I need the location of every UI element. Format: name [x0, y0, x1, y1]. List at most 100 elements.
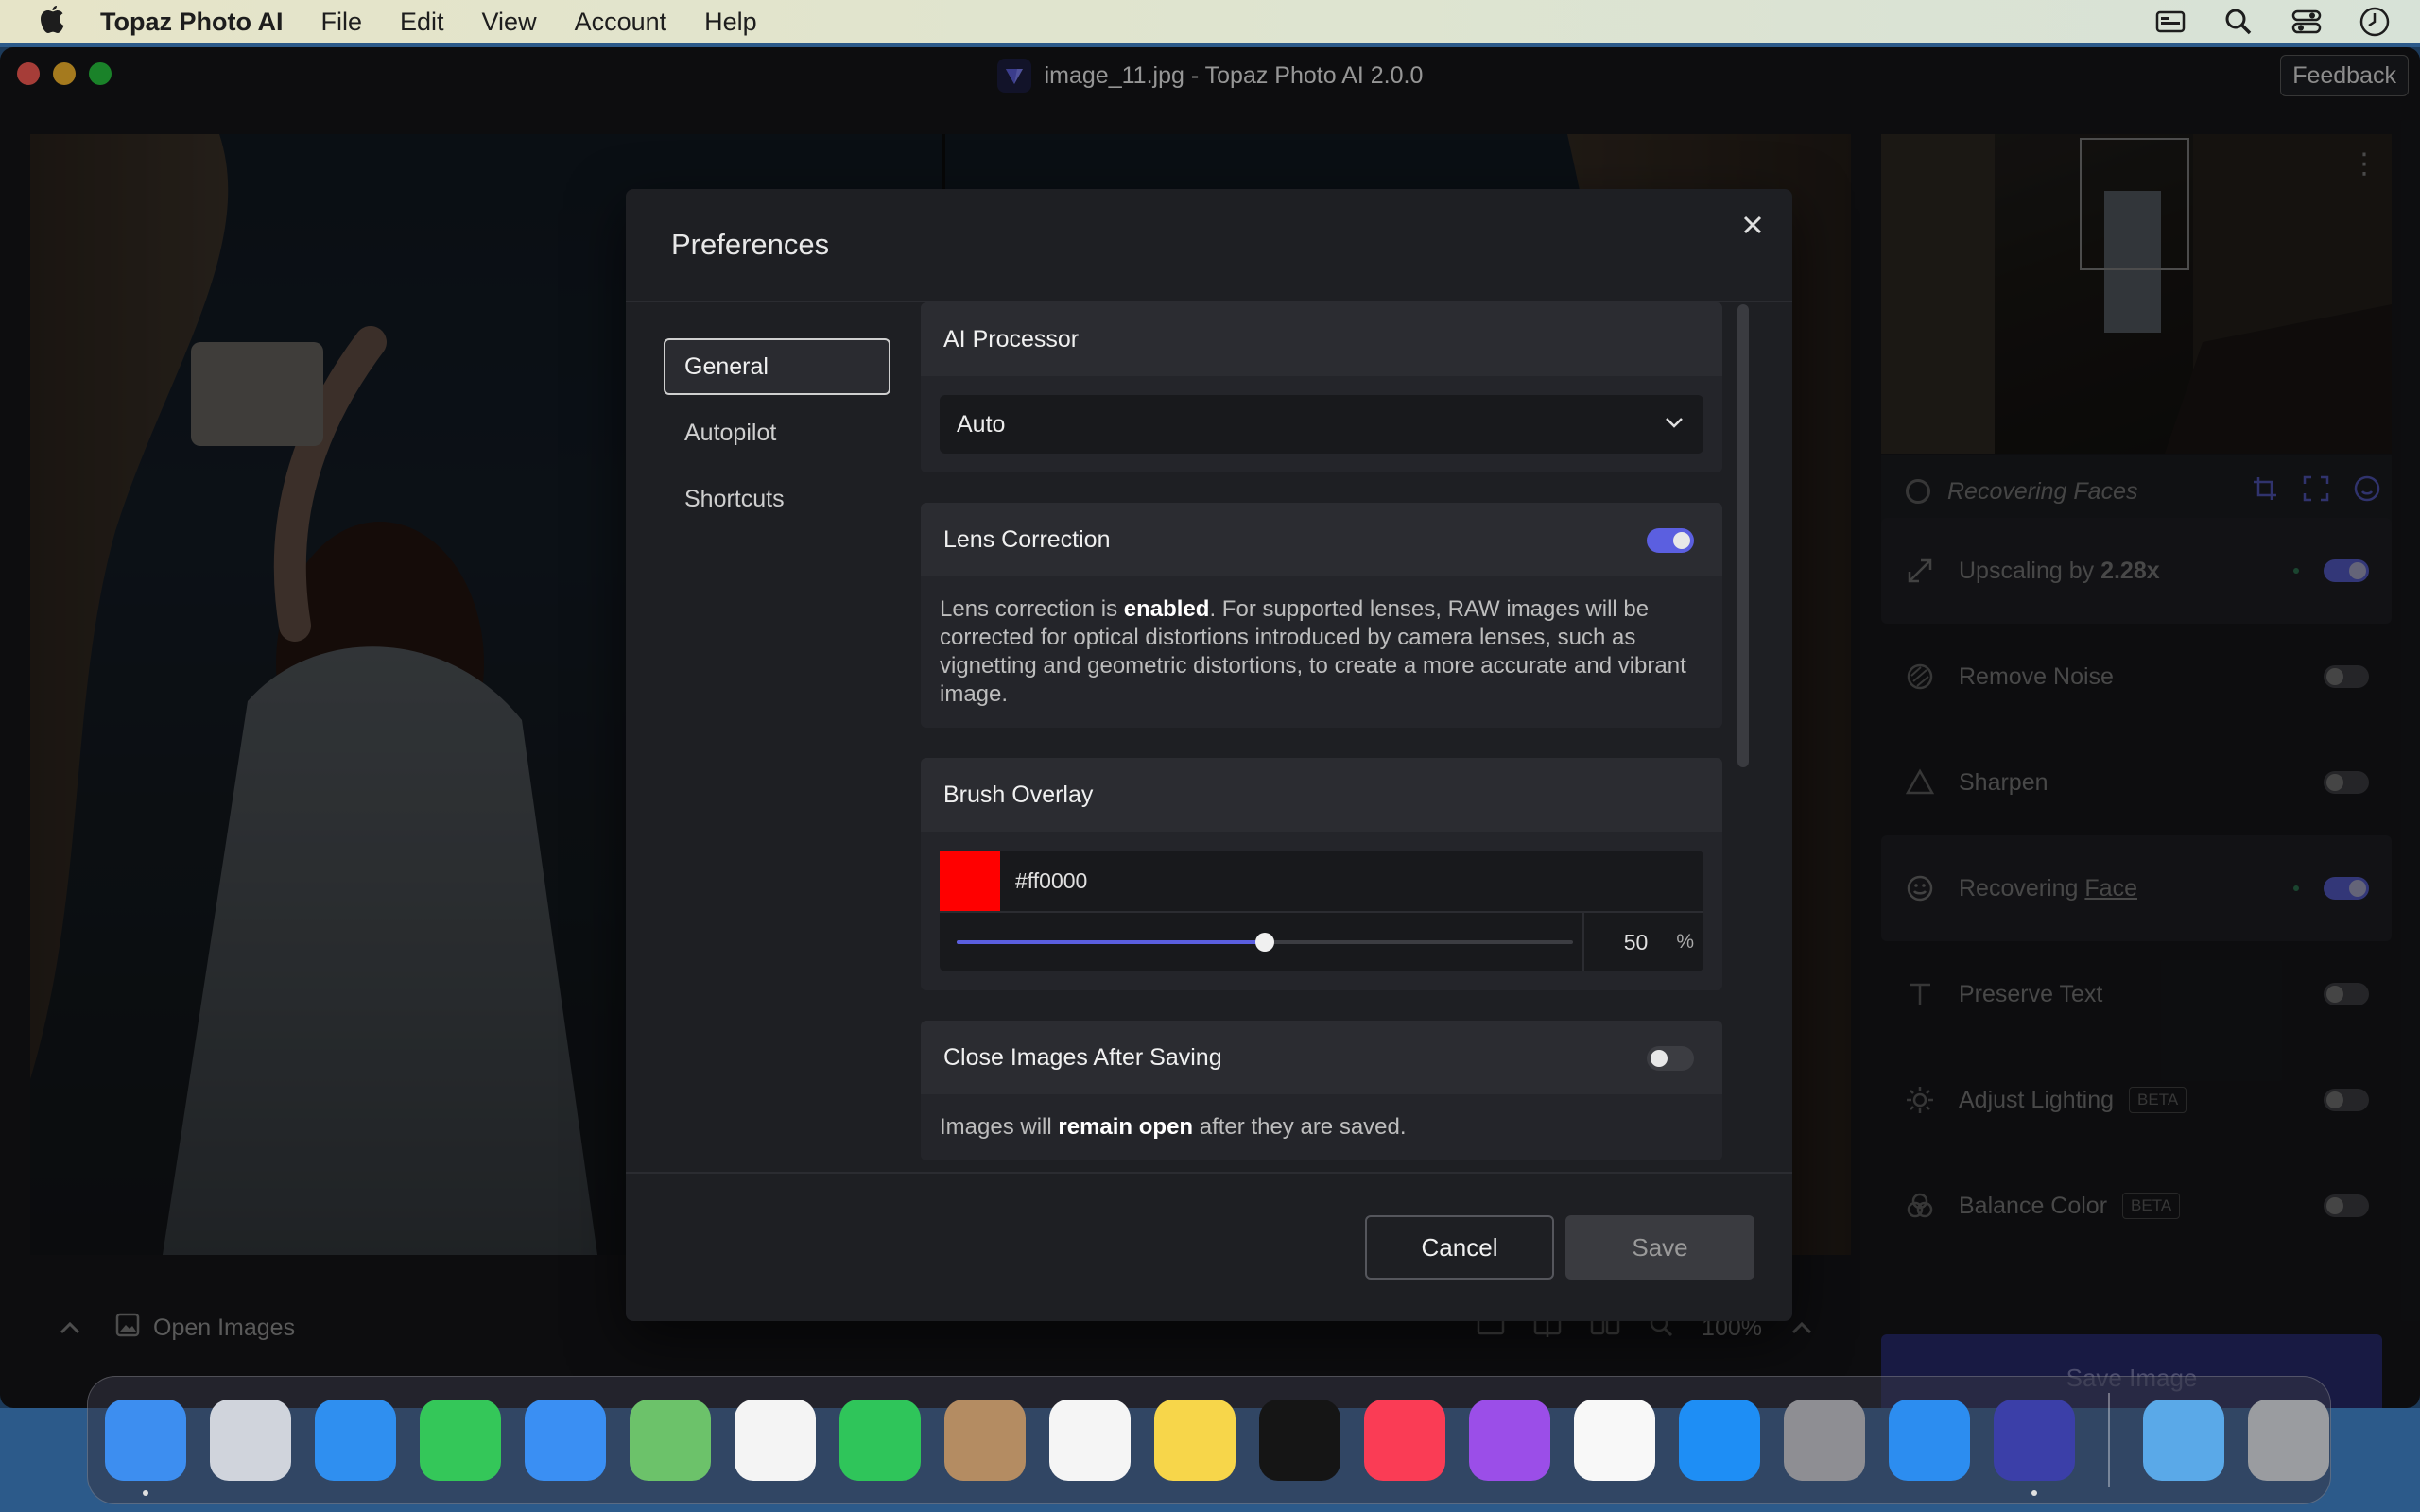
clock-icon[interactable]	[2358, 5, 2392, 39]
face-icon	[1904, 872, 1936, 904]
menu-app-name[interactable]: Topaz Photo AI	[100, 8, 283, 37]
preserve-text-toggle[interactable]	[2324, 983, 2369, 1005]
facetime-icon[interactable]	[839, 1400, 921, 1481]
filter-sharpen[interactable]: Sharpen	[1881, 730, 2392, 835]
ai-processor-card: AI Processor Auto	[921, 302, 1722, 472]
downloads-folder-icon[interactable]	[2143, 1400, 2224, 1481]
sharpen-toggle[interactable]	[2324, 771, 2369, 794]
running-indicator	[143, 1490, 148, 1496]
close-icon[interactable]	[1734, 206, 1772, 244]
music-icon[interactable]	[1364, 1400, 1445, 1481]
mail-icon[interactable]	[525, 1400, 606, 1481]
filter-recover-face-label: Recovering Face	[1959, 875, 2137, 902]
menu-view[interactable]: View	[482, 8, 537, 37]
control-center-icon[interactable]	[2290, 5, 2324, 39]
cancel-button[interactable]: Cancel	[1365, 1215, 1554, 1280]
screen-icon[interactable]	[2153, 5, 2187, 39]
close-window-button[interactable]	[17, 62, 40, 85]
notes-icon[interactable]	[1154, 1400, 1236, 1481]
face-link[interactable]: Face	[2084, 875, 2137, 902]
chevron-up-icon[interactable]	[59, 1314, 87, 1342]
launchpad-icon[interactable]	[210, 1400, 291, 1481]
brush-color-field[interactable]: #ff0000	[940, 850, 1703, 911]
lens-correction-toggle[interactable]	[1647, 528, 1694, 553]
brush-color-swatch[interactable]	[940, 850, 1000, 911]
apple-menu-icon[interactable]	[34, 3, 72, 41]
image-icon	[115, 1313, 140, 1344]
upscale-toggle[interactable]	[2324, 559, 2369, 582]
close-after-saving-header: Close Images After Saving	[921, 1021, 1722, 1094]
upscale-icon	[1904, 555, 1936, 587]
app-store-icon[interactable]	[1679, 1400, 1760, 1481]
minimize-window-button[interactable]	[53, 62, 76, 85]
nav-autopilot[interactable]: Autopilot	[664, 404, 890, 461]
save-button[interactable]: Save	[1565, 1215, 1754, 1280]
title-bar: image_11.jpg - Topaz Photo AI 2.0.0 Feed…	[0, 47, 2420, 104]
messages-icon[interactable]	[420, 1400, 501, 1481]
brush-color-hex[interactable]: #ff0000	[1015, 868, 1087, 894]
filter-list: Upscaling by 2.28x Remove Noise Sharpen …	[1881, 518, 2392, 1259]
topaz-photo-ai-icon[interactable]	[1994, 1400, 2075, 1496]
menu-account[interactable]: Account	[575, 8, 667, 37]
menu-file[interactable]: File	[320, 8, 362, 37]
lighting-icon	[1904, 1084, 1936, 1116]
filter-upscale[interactable]: Upscaling by 2.28x	[1881, 518, 2392, 624]
safari-icon[interactable]	[315, 1400, 396, 1481]
preferences-scrollbar[interactable]	[1737, 302, 1749, 1174]
brush-opacity-handle[interactable]	[1255, 933, 1274, 952]
news-icon[interactable]	[1574, 1400, 1655, 1481]
filter-preserve-text[interactable]: Preserve Text	[1881, 941, 2392, 1047]
ai-processor-select[interactable]: Auto	[940, 395, 1703, 454]
brush-opacity-value: 50	[1623, 929, 1649, 954]
menu-help[interactable]: Help	[704, 8, 757, 37]
filter-adjust-lighting-label: Adjust Lighting	[1959, 1086, 2115, 1113]
contacts-icon[interactable]	[944, 1400, 1026, 1481]
filter-adjust-lighting[interactable]: Adjust Lighting BETA	[1881, 1047, 2392, 1153]
lens-correction-description: Lens correction is enabled. For supporte…	[940, 595, 1703, 709]
maps-icon[interactable]	[630, 1400, 711, 1481]
chevron-up-icon[interactable]	[1790, 1314, 1813, 1342]
navigator-thumbnail[interactable]: ⋮	[1881, 134, 2392, 454]
feedback-button[interactable]: Feedback	[2280, 55, 2409, 96]
desc-text: after they are saved.	[1193, 1114, 1407, 1140]
menu-bar: Topaz Photo AI File Edit View Account He…	[0, 0, 2420, 43]
finder-icon[interactable]	[105, 1400, 186, 1496]
crop-icon[interactable]	[2252, 475, 2278, 508]
remove-noise-toggle[interactable]	[2324, 665, 2369, 688]
trash-icon[interactable]	[2248, 1400, 2329, 1481]
topaz-gigapixel-icon[interactable]	[1889, 1400, 1970, 1481]
scrollbar-thumb[interactable]	[1737, 304, 1749, 767]
nav-general[interactable]: General	[664, 338, 890, 395]
brush-opacity-slider[interactable]	[957, 933, 1573, 952]
photos-icon[interactable]	[735, 1400, 816, 1481]
preferences-content[interactable]: AI Processor Auto Lens Correction Lens c…	[921, 302, 1722, 1174]
open-images-button[interactable]: Open Images	[115, 1313, 295, 1344]
reminders-icon[interactable]	[1049, 1400, 1131, 1481]
recover-face-toggle[interactable]	[2324, 877, 2369, 900]
menu-edit[interactable]: Edit	[400, 8, 444, 37]
brush-opacity-fill	[957, 940, 1265, 944]
filter-balance-color[interactable]: Balance Color BETA	[1881, 1153, 2392, 1259]
filter-remove-noise[interactable]: Remove Noise	[1881, 624, 2392, 730]
spinner-icon	[1906, 479, 1930, 504]
zoom-window-button[interactable]	[89, 62, 112, 85]
dialog-title: Preferences	[671, 228, 830, 261]
close-after-saving-card: Close Images After Saving Images will re…	[921, 1021, 1722, 1160]
topaz-app-icon	[996, 59, 1031, 93]
fullscreen-icon[interactable]	[2303, 475, 2329, 508]
nav-shortcuts[interactable]: Shortcuts	[664, 471, 890, 527]
desc-text: Images will	[940, 1114, 1059, 1140]
filter-upscale-label: Upscaling by 2.28x	[1959, 558, 2160, 585]
brush-opacity-input[interactable]: 50 %	[1582, 913, 1707, 971]
face-select-icon[interactable]	[2354, 475, 2380, 508]
podcasts-icon[interactable]	[1469, 1400, 1550, 1481]
tv-icon[interactable]	[1259, 1400, 1340, 1481]
open-images-label: Open Images	[153, 1314, 296, 1341]
adjust-lighting-toggle[interactable]	[2324, 1089, 2369, 1111]
balance-color-toggle[interactable]	[2324, 1194, 2369, 1217]
close-after-saving-toggle[interactable]	[1647, 1046, 1694, 1071]
filter-recover-face[interactable]: Recovering Face	[1881, 835, 2392, 941]
spotlight-search-icon[interactable]	[2221, 5, 2256, 39]
system-settings-icon[interactable]	[1784, 1400, 1865, 1481]
text-icon	[1904, 978, 1936, 1010]
